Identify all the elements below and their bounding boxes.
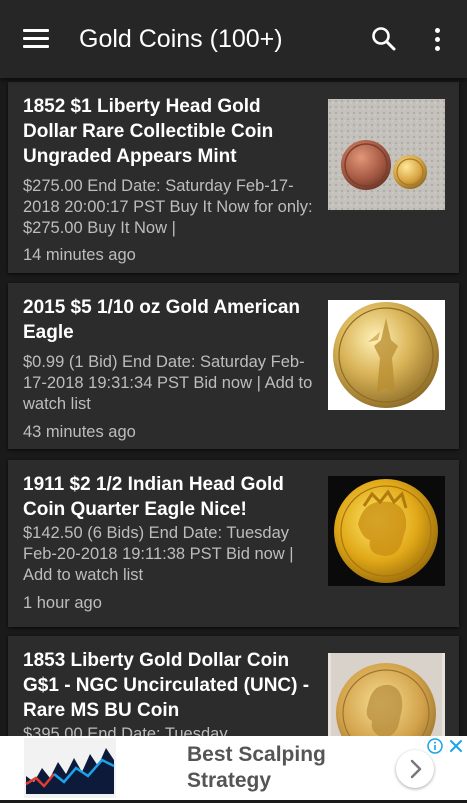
search-icon[interactable] xyxy=(362,18,406,62)
ad-close-icon[interactable] xyxy=(448,738,464,754)
item-title: 2015 $5 1/10 oz Gold American Eagle xyxy=(23,297,301,343)
ad-banner[interactable]: Best Scalping Strategy xyxy=(0,736,467,800)
list-item[interactable]: 1911 $2 1/2 Indian Head Gold Coin Quarte… xyxy=(8,460,459,627)
hamburger-menu-icon[interactable] xyxy=(14,20,58,60)
app-bar: Gold Coins (100+) xyxy=(0,0,467,78)
item-time: 43 minutes ago xyxy=(23,423,136,441)
chevron-right-icon[interactable] xyxy=(396,750,434,788)
item-time: 1 hour ago xyxy=(23,594,102,612)
item-description: $142.50 (6 Bids) End Date: Tuesday Feb-2… xyxy=(23,524,294,584)
ad-line-2: Strategy xyxy=(187,769,272,792)
item-description: $275.00 End Date: Saturday Feb-17-2018 2… xyxy=(23,177,313,237)
list-item[interactable]: 2015 $5 1/10 oz Gold American Eagle $0.9… xyxy=(8,283,459,449)
page-title: Gold Coins (100+) xyxy=(79,25,283,53)
more-vert-icon[interactable] xyxy=(418,18,458,62)
list-item[interactable]: 1853 Liberty Gold Dollar Coin G$1 - NGC … xyxy=(8,636,459,736)
gold-american-eagle-photo xyxy=(328,300,445,410)
item-description: $0.99 (1 Bid) End Date: Saturday Feb-17-… xyxy=(23,353,313,413)
coin-listing[interactable]: 1852 $1 Liberty Head Gold Dollar Rare Co… xyxy=(0,78,467,736)
item-time: 14 minutes ago xyxy=(23,246,136,264)
indian-head-gold-coin-photo xyxy=(328,476,445,586)
ad-logo xyxy=(24,738,116,798)
penny-and-gold-dollar-photo xyxy=(328,99,445,210)
ad-line-1: Best Scalping xyxy=(187,743,326,766)
item-title: 1853 Liberty Gold Dollar Coin G$1 - NGC … xyxy=(23,650,310,721)
item-description: $395.00 End Date: Tuesday xyxy=(23,725,228,736)
liberty-gold-dollar-photo xyxy=(328,653,445,736)
item-title: 1852 $1 Liberty Head Gold Dollar Rare Co… xyxy=(23,96,274,167)
item-title: 1911 $2 1/2 Indian Head Gold Coin Quarte… xyxy=(23,474,284,520)
list-item[interactable]: 1852 $1 Liberty Head Gold Dollar Rare Co… xyxy=(8,82,459,273)
ad-headline: Best Scalping Strategy xyxy=(187,742,326,794)
ad-info-icon[interactable] xyxy=(427,738,443,754)
